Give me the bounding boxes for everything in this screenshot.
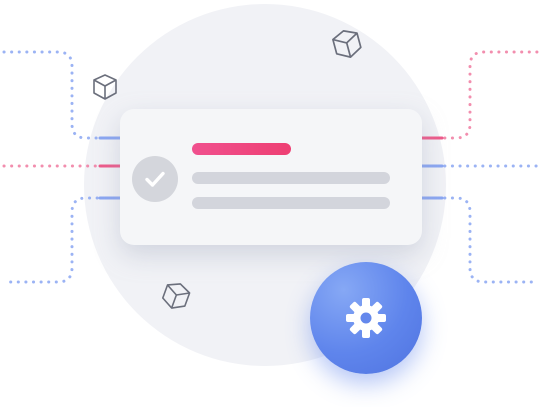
text-placeholder-bar: [192, 172, 390, 184]
illustration: [0, 0, 542, 407]
check-icon: [145, 171, 165, 187]
settings-button[interactable]: [310, 262, 422, 374]
connector-right-bottom: [420, 196, 540, 284]
cube-icon: [332, 30, 362, 58]
gear-icon: [346, 298, 386, 338]
cube-icon: [161, 283, 191, 309]
connector-right-top: [420, 50, 540, 140]
title-placeholder-bar: [192, 143, 291, 155]
cube-icon: [93, 74, 117, 100]
connector-left-bottom: [2, 196, 122, 284]
text-placeholder-bar: [192, 197, 390, 209]
status-card: [120, 109, 422, 245]
check-badge: [132, 156, 178, 202]
